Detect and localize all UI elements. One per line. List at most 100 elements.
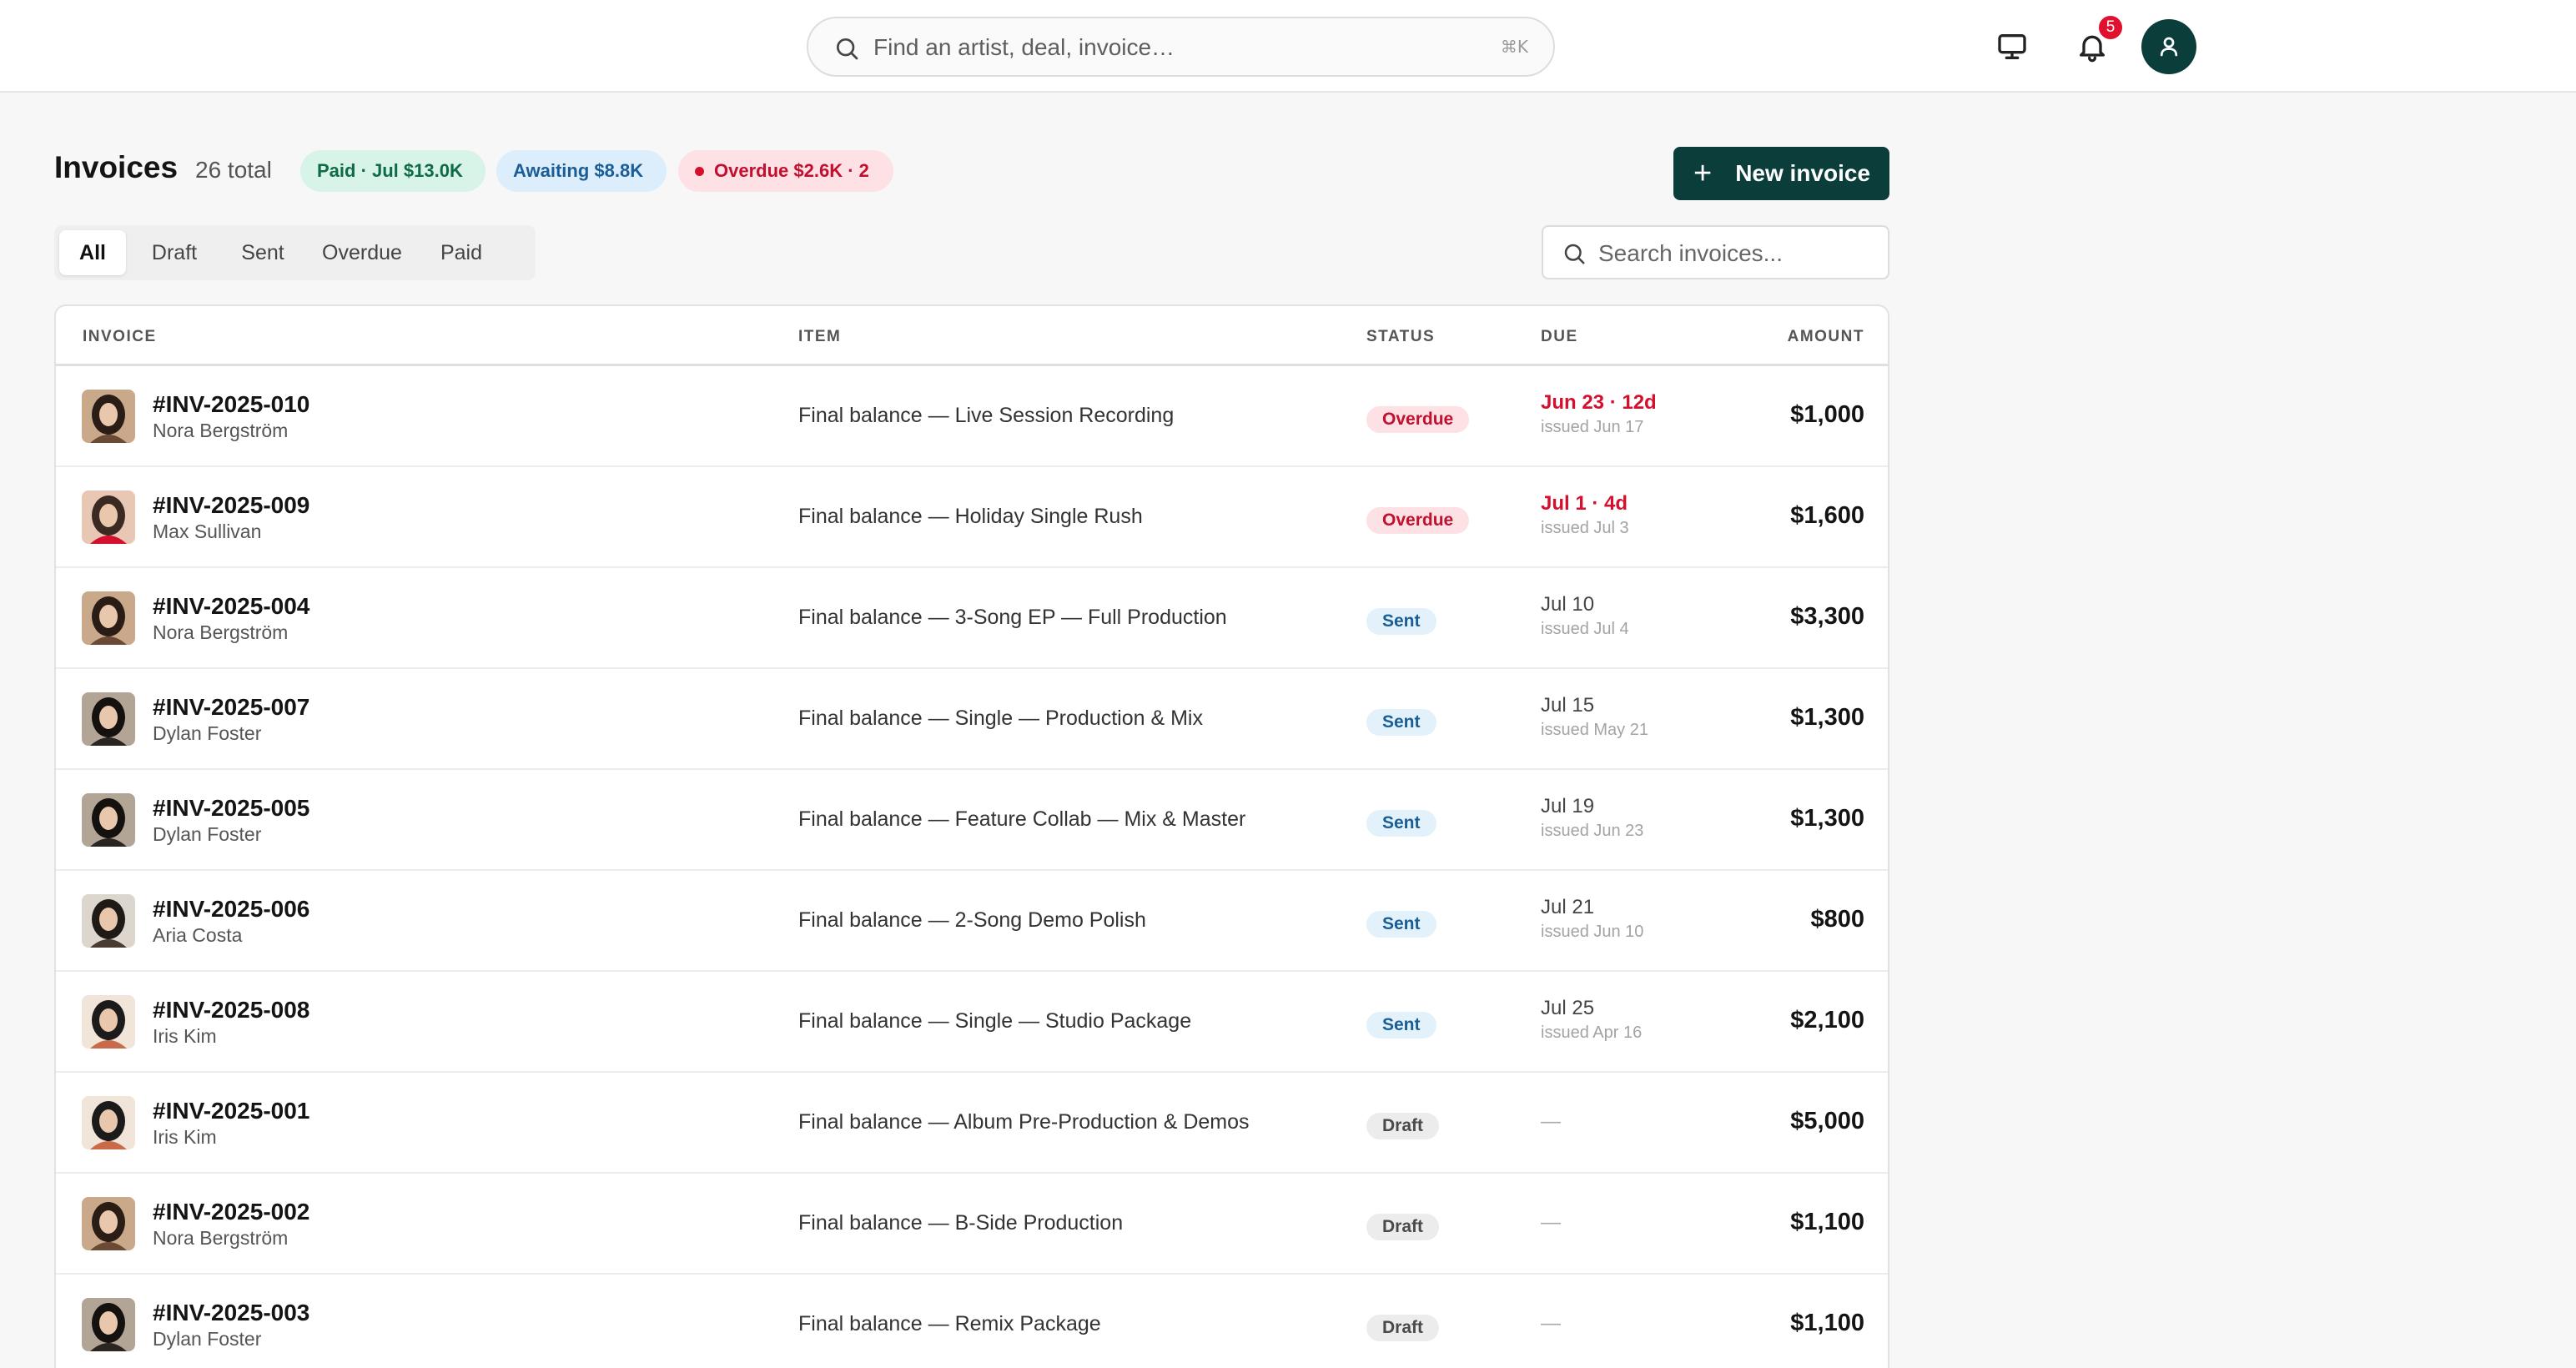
new-invoice-button[interactable]: + New invoice — [1673, 147, 1889, 200]
table-row[interactable]: #INV-2025-004 Nora Bergström Final balance… — [56, 568, 1888, 669]
notification-badge: 5 — [2096, 13, 2125, 42]
client-avatar — [82, 490, 135, 544]
status-badge: Draft — [1366, 1214, 1440, 1240]
invoice-item: Final balance — B-Side Production — [798, 1211, 1124, 1235]
issued-date: issued Jun 23 — [1541, 822, 1644, 840]
top-bar: ⌘K 5 — [0, 0, 2576, 93]
avatar-portrait-icon — [82, 894, 135, 948]
due-date: Jul 19 — [1541, 795, 1595, 817]
invoice-amount: $5,000 — [1790, 1108, 1864, 1134]
client-avatar — [82, 793, 135, 847]
column-invoice[interactable]: INVOICE — [83, 328, 157, 346]
client-name: Iris Kim — [153, 1126, 217, 1148]
client-avatar — [82, 995, 135, 1049]
invoice-amount: $1,100 — [1790, 1209, 1864, 1235]
invoice-number[interactable]: #INV-2025-009 — [153, 492, 309, 519]
client-name: Max Sullivan — [153, 521, 262, 542]
monitor-icon[interactable] — [1992, 27, 2032, 67]
overdue-summary-label: Overdue $2.6K · 2 — [714, 160, 869, 181]
client-name: Aria Costa — [153, 924, 243, 946]
avatar-portrait-icon — [82, 591, 135, 645]
tab-draft[interactable]: Draft — [131, 230, 218, 275]
issued-date: issued Jun 10 — [1541, 923, 1644, 941]
invoice-item: Final balance — 2-Song Demo Polish — [798, 908, 1146, 932]
avatar-portrait-icon — [82, 1197, 135, 1250]
invoice-number[interactable]: #INV-2025-007 — [153, 694, 309, 721]
due-date: Jul 1 · 4d — [1541, 492, 1628, 515]
awaiting-summary-pill[interactable]: Awaiting $8.8K — [496, 150, 667, 192]
plus-icon: + — [1693, 156, 1713, 191]
invoice-amount: $3,300 — [1790, 603, 1864, 630]
invoice-number[interactable]: #INV-2025-003 — [153, 1300, 309, 1326]
table-row[interactable]: #INV-2025-006 Aria Costa Final balance — 2… — [56, 871, 1888, 972]
table-header: INVOICE ITEM STATUS DUE AMOUNT — [56, 306, 1888, 366]
client-name: Nora Bergström — [153, 621, 289, 643]
invoice-number[interactable]: #INV-2025-002 — [153, 1199, 309, 1225]
invoice-number[interactable]: #INV-2025-008 — [153, 997, 309, 1023]
global-search-input[interactable] — [873, 30, 1457, 65]
client-avatar — [82, 1197, 135, 1250]
invoice-table: INVOICE ITEM STATUS DUE AMOUNT #INV-2025… — [54, 304, 1889, 1368]
column-status[interactable]: STATUS — [1366, 328, 1435, 346]
invoice-search-input[interactable] — [1598, 237, 1874, 270]
tab-sent[interactable]: Sent — [221, 230, 304, 275]
avatar-portrait-icon — [82, 1298, 135, 1351]
status-badge: Overdue — [1366, 406, 1470, 433]
client-name: Nora Bergström — [153, 1227, 289, 1249]
table-row[interactable]: #INV-2025-010 Nora Bergström Final balance… — [56, 366, 1888, 467]
issued-date: issued Jul 4 — [1541, 620, 1629, 638]
client-avatar — [82, 390, 135, 443]
table-row[interactable]: #INV-2025-001 Iris Kim Final balance — Alb… — [56, 1073, 1888, 1174]
invoice-item: Final balance — 3-Song EP — Full Product… — [798, 606, 1227, 629]
invoice-number[interactable]: #INV-2025-010 — [153, 391, 309, 418]
status-filter-tabs: All Draft Sent Overdue Paid — [54, 225, 536, 280]
invoice-amount: $2,100 — [1790, 1007, 1864, 1034]
overdue-summary-pill[interactable]: Overdue $2.6K · 2 — [678, 150, 893, 192]
column-amount[interactable]: AMOUNT — [1788, 328, 1864, 346]
column-due[interactable]: DUE — [1541, 328, 1578, 346]
issued-date: issued Jul 3 — [1541, 519, 1629, 537]
tab-paid[interactable]: Paid — [420, 230, 503, 275]
invoice-item: Final balance — Live Session Recording — [798, 404, 1175, 427]
due-date: Jul 21 — [1541, 896, 1595, 918]
search-icon — [1564, 244, 1585, 264]
due-date: — — [1541, 1211, 1561, 1234]
invoice-amount: $800 — [1810, 906, 1864, 933]
table-row[interactable]: #INV-2025-009 Max Sullivan Final balance —… — [56, 467, 1888, 568]
invoice-number[interactable]: #INV-2025-005 — [153, 795, 309, 822]
invoice-number[interactable]: #INV-2025-004 — [153, 593, 309, 620]
table-row[interactable]: #INV-2025-008 Iris Kim Final balance — Sin… — [56, 972, 1888, 1073]
client-avatar — [82, 894, 135, 948]
issued-date: issued Jun 17 — [1541, 418, 1644, 436]
status-badge: Sent — [1366, 608, 1436, 635]
invoice-item: Final balance — Holiday Single Rush — [798, 505, 1143, 528]
invoice-number[interactable]: #INV-2025-006 — [153, 896, 309, 923]
global-search[interactable]: ⌘K — [807, 17, 1555, 77]
page-title: Invoices — [54, 150, 179, 184]
table-row[interactable]: #INV-2025-003 Dylan Foster Final balance —… — [56, 1275, 1888, 1368]
invoice-number[interactable]: #INV-2025-001 — [153, 1098, 309, 1124]
due-date: — — [1541, 1110, 1561, 1133]
paid-summary-pill[interactable]: Paid · Jul $13.0K — [300, 150, 486, 192]
status-badge: Overdue — [1366, 507, 1470, 534]
tab-overdue[interactable]: Overdue — [308, 230, 416, 275]
invoice-amount: $1,000 — [1790, 401, 1864, 428]
table-row[interactable]: #INV-2025-002 Nora Bergström Final balance… — [56, 1174, 1888, 1275]
user-avatar-button[interactable] — [2141, 19, 2196, 74]
issued-date: issued Apr 16 — [1541, 1023, 1643, 1042]
status-badge: Sent — [1366, 1012, 1436, 1039]
invoice-item: Final balance — Remix Package — [798, 1312, 1101, 1335]
client-avatar — [82, 1096, 135, 1149]
invoice-search[interactable] — [1542, 225, 1889, 279]
client-name: Nora Bergström — [153, 420, 289, 441]
table-row[interactable]: #INV-2025-005 Dylan Foster Final balance —… — [56, 770, 1888, 871]
status-badge: Draft — [1366, 1113, 1440, 1139]
avatar-portrait-icon — [82, 1096, 135, 1149]
invoice-item: Final balance — Feature Collab — Mix & M… — [798, 807, 1246, 831]
invoice-amount: $1,300 — [1790, 805, 1864, 832]
tab-all[interactable]: All — [59, 230, 126, 275]
client-name: Iris Kim — [153, 1025, 217, 1047]
table-row[interactable]: #INV-2025-007 Dylan Foster Final balance —… — [56, 669, 1888, 770]
avatar-portrait-icon — [82, 390, 135, 443]
column-item[interactable]: ITEM — [798, 328, 841, 346]
